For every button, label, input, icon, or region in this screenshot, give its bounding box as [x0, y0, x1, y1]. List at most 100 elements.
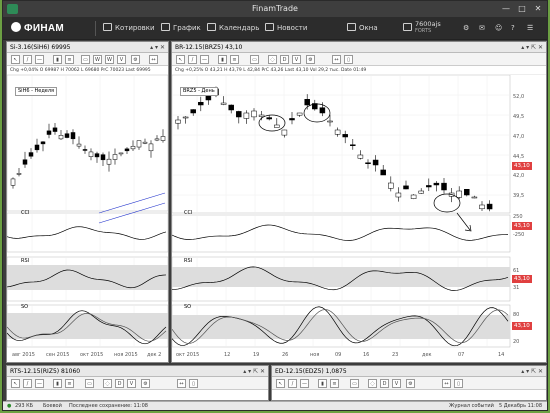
minimize-button[interactable]: —	[499, 1, 513, 17]
tool-hline[interactable]: —	[35, 379, 44, 388]
tool-cursor[interactable]: ↖	[276, 379, 285, 388]
tool-day[interactable]: D	[280, 55, 289, 64]
ed-chart-toolbar: ↖ / — ▮ ≡ ▭ ◌ D V ⚙ ↔ ▯	[272, 377, 546, 390]
tool-fit[interactable]: ▯	[189, 379, 198, 388]
br-candle-body	[441, 182, 447, 191]
si-candle-body	[46, 130, 52, 135]
tool-bars[interactable]: ≡	[65, 55, 74, 64]
windows-button[interactable]: Окна	[347, 21, 378, 36]
tool-scale[interactable]: ↔	[177, 379, 186, 388]
event-log-link[interactable]: Журнал событий	[449, 402, 494, 410]
br-xtick-0: окт 2015	[176, 352, 200, 358]
connection-icon: ●	[7, 403, 12, 409]
news-button[interactable]: Новости	[265, 21, 307, 36]
tool-indicator[interactable]: V	[117, 55, 126, 64]
tool-hline[interactable]: —	[300, 379, 309, 388]
tool-bars[interactable]: ≡	[230, 55, 239, 64]
tool-bars[interactable]: ≡	[65, 379, 74, 388]
br-candle-body	[479, 204, 485, 210]
server-indicator: Боевой	[43, 403, 62, 409]
tool-fit[interactable]: ▯	[454, 379, 463, 388]
tool-hline[interactable]: —	[35, 55, 44, 64]
si-candle-body	[112, 154, 118, 160]
tool-period[interactable]: ▭	[250, 55, 259, 64]
panel-controls[interactable]: ▴ ▾ ✕	[150, 42, 165, 52]
tool-hline[interactable]: —	[200, 55, 209, 64]
mail-icon[interactable]: ✉	[479, 21, 485, 36]
maximize-button[interactable]: □	[515, 1, 529, 17]
news-icon	[265, 23, 274, 31]
tool-fit[interactable]: ▯	[344, 55, 353, 64]
status-bar: ● 293 КБ Боевой Последнее сохранение: 11…	[3, 401, 547, 410]
si-candle-body	[130, 145, 136, 150]
tool-scale[interactable]: ↔	[332, 55, 341, 64]
panel-controls[interactable]: ▴ ▾ ⇱ ✕	[243, 366, 265, 376]
si-candle-body	[154, 138, 160, 141]
ed-panel-header: ED-12.15(EDZ5) 1,0875 ▴ ▾ ⇱ ✕	[272, 366, 546, 377]
tool-draw[interactable]: ◌	[103, 379, 112, 388]
tool-settings[interactable]: ⚙	[406, 379, 415, 388]
tool-indicator[interactable]: V	[292, 55, 301, 64]
tool-indicator[interactable]: V	[127, 379, 136, 388]
tool-candle[interactable]: ▮	[53, 55, 62, 64]
tool-line[interactable]: /	[288, 379, 297, 388]
tool-draw[interactable]: ◌	[268, 55, 277, 64]
chart-button[interactable]: График	[161, 21, 201, 36]
tool-day[interactable]: D	[115, 379, 124, 388]
tool-draw[interactable]: ◌	[368, 379, 377, 388]
app-icon	[7, 4, 18, 14]
br-candle-body	[456, 190, 462, 198]
panel-controls[interactable]: ▴ ▾ ⇱ ✕	[521, 42, 543, 52]
user-icon[interactable]: ☺	[495, 21, 502, 36]
settings-icon[interactable]: ⚙	[463, 21, 469, 36]
si-candle-body	[136, 140, 142, 148]
si-xtick-2: окт 2015	[80, 352, 104, 358]
si-series-label[interactable]: SiH6 - Неделя	[15, 87, 58, 96]
calendar-button[interactable]: Календарь	[207, 21, 259, 36]
tool-cursor[interactable]: ↖	[11, 55, 20, 64]
br-candle-body	[251, 110, 257, 118]
quotes-button[interactable]: Котировки	[103, 21, 155, 36]
br-candle-body	[395, 192, 402, 198]
tool-period[interactable]: ▭	[350, 379, 359, 388]
tool-cursor[interactable]: ↖	[176, 55, 185, 64]
tool-settings[interactable]: ⚙	[306, 55, 315, 64]
help-icon[interactable]: ?	[511, 21, 515, 36]
br-candle-body	[372, 159, 379, 166]
tool-indicator[interactable]: V	[392, 379, 401, 388]
tool-scale[interactable]: ↔	[442, 379, 451, 388]
tool-candle[interactable]: ▮	[53, 379, 62, 388]
br-chart-panel: BR-12.15(BRZ5) 43,10 ▴ ▾ ⇱ ✕ ↖ / — ▮ ≡ ▭ …	[171, 41, 547, 363]
tool-candle[interactable]: ▮	[318, 379, 327, 388]
tool-line[interactable]: /	[23, 379, 32, 388]
tool-period[interactable]: ▭	[81, 55, 90, 64]
tool-settings[interactable]: ⚙	[141, 379, 150, 388]
tool-cursor[interactable]: ↖	[11, 379, 20, 388]
close-button[interactable]: ✕	[531, 1, 545, 17]
si-candle-body	[118, 152, 124, 155]
si-xtick-1: сен 2015	[46, 352, 70, 358]
tool-period[interactable]: ▭	[85, 379, 94, 388]
tool-day[interactable]: D	[380, 379, 389, 388]
tool-day[interactable]: W	[105, 55, 114, 64]
tool-bars[interactable]: ≡	[330, 379, 339, 388]
si-cci-label: CCI	[21, 210, 30, 216]
br-ytick-5: 39,5	[513, 193, 525, 199]
br-ytick-1: 49,5	[513, 114, 525, 120]
tool-line[interactable]: /	[23, 55, 32, 64]
si-candle-body	[106, 158, 112, 165]
tool-line[interactable]: /	[188, 55, 197, 64]
tool-week[interactable]: W	[93, 55, 102, 64]
news-label: Новости	[277, 24, 308, 32]
account-button[interactable]: 7600ajs FORTS	[403, 21, 441, 36]
tool-candle[interactable]: ▮	[218, 55, 227, 64]
si-xtick-3: ноя 2015	[114, 352, 138, 358]
tool-settings[interactable]: ⚙	[131, 55, 140, 64]
br-ytick-2: 47,0	[513, 134, 525, 140]
menu-icon[interactable]: ☰	[527, 21, 533, 36]
tool-scale[interactable]: ↔	[149, 55, 158, 64]
logo-text: ФИНАМ	[24, 23, 64, 34]
br-series-label[interactable]: BRZ5 - День	[180, 87, 218, 96]
panel-controls[interactable]: ▴ ▾ ⇱ ✕	[521, 366, 543, 376]
si-pane-bg-1	[7, 212, 168, 253]
